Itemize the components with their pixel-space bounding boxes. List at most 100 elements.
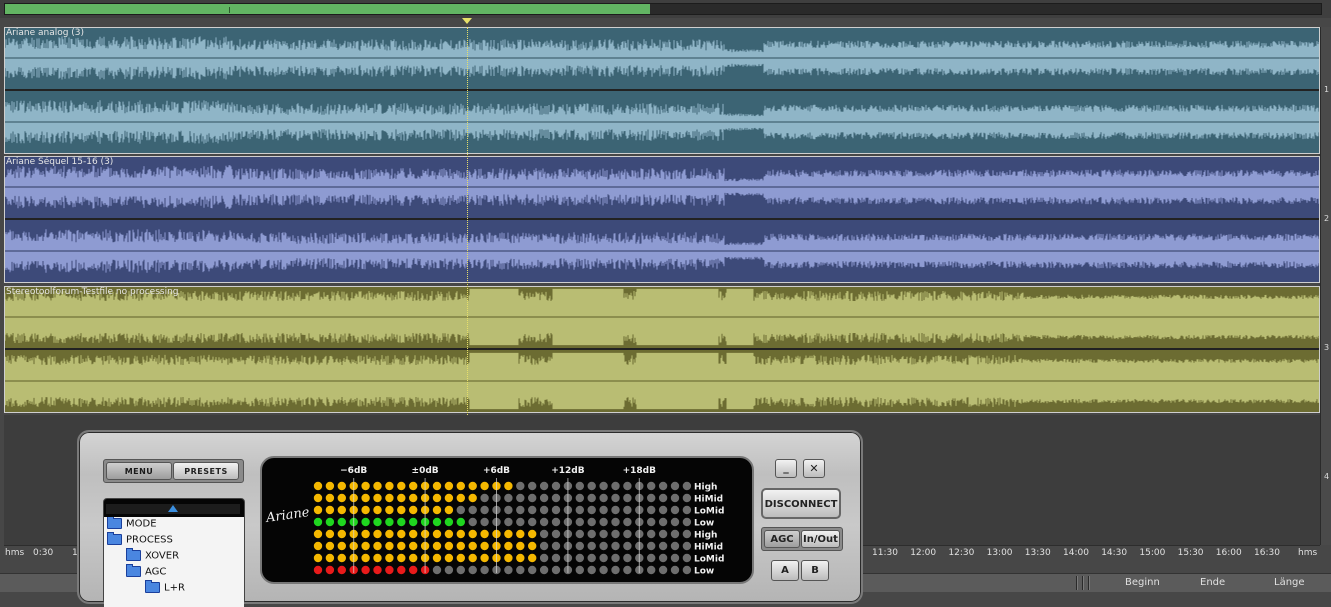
meter-led — [623, 517, 632, 527]
meter-led — [444, 517, 454, 527]
meter-led — [599, 565, 608, 575]
meter-led — [432, 565, 442, 575]
meter-led — [337, 517, 346, 527]
meter-led — [432, 541, 442, 551]
meter-led — [658, 481, 668, 491]
meter-led — [575, 529, 584, 539]
meter-led — [575, 493, 584, 503]
meter-led — [682, 505, 692, 515]
meter-led — [337, 481, 346, 491]
presets-button[interactable]: PRESETS — [173, 462, 239, 480]
track-ariane-sequel[interactable]: Ariane Séquel 15-16 (3) — [4, 156, 1320, 283]
track-ariane-analog[interactable]: Ariane analog (3) — [4, 27, 1320, 154]
inout-button[interactable]: In/Out — [801, 530, 840, 548]
meter-led — [516, 553, 525, 563]
db-scale-label: +18dB — [623, 466, 657, 476]
band-label: LoMid — [694, 555, 724, 565]
track-testfile[interactable]: Stereotoolforum-Testfile no processing — [4, 286, 1320, 413]
preset-a-button[interactable]: A — [771, 560, 799, 581]
track-number: 1 — [1324, 85, 1330, 94]
meter-led — [373, 505, 382, 515]
meter-led — [539, 517, 549, 527]
meter-led — [444, 481, 454, 491]
meter-led — [682, 517, 692, 527]
meter-led — [611, 553, 620, 563]
close-button[interactable]: ✕ — [803, 459, 825, 478]
menu-button[interactable]: MENU — [106, 462, 172, 480]
track-waveform — [4, 286, 1320, 413]
meter-led — [504, 541, 513, 551]
meter-led — [575, 553, 584, 563]
tree-item[interactable]: XOVER — [126, 548, 179, 562]
meter-led — [670, 553, 680, 563]
meter-led — [361, 481, 370, 491]
meter-led — [468, 565, 477, 575]
meter-led — [325, 517, 335, 527]
preset-b-button[interactable]: B — [801, 560, 829, 581]
status-divider — [1076, 576, 1078, 590]
meter-led — [647, 505, 656, 515]
track-number: 3 — [1324, 343, 1330, 352]
meter-led — [528, 529, 537, 539]
meter-led — [611, 505, 620, 515]
meter-led — [539, 493, 549, 503]
agc-button[interactable]: AGC — [764, 530, 800, 548]
meter-led — [361, 505, 370, 515]
overview-bar[interactable] — [0, 0, 1331, 18]
meter-led — [611, 493, 620, 503]
meter-led — [337, 565, 346, 575]
track-number: 2 — [1324, 214, 1330, 223]
meter-led — [444, 505, 454, 515]
meter-led — [551, 541, 561, 551]
meter-led — [682, 553, 692, 563]
tree-item[interactable]: PROCESS — [107, 532, 173, 546]
ariane-plugin-window[interactable]: MENU PRESETS MODE PROCESS XOVER AGC L+R Aria… — [77, 430, 863, 607]
meter-led — [551, 481, 561, 491]
meter-led — [313, 541, 323, 551]
meter-led — [373, 565, 382, 575]
meter-led — [575, 505, 584, 515]
meter-led — [385, 505, 394, 515]
meter-led — [480, 517, 489, 527]
meter-led — [373, 529, 382, 539]
minimize-button[interactable]: _ — [775, 459, 797, 478]
time-tick-label: 0:30 — [33, 548, 54, 558]
tracks-area[interactable]: Ariane analog (3) Ariane Séquel 15-16 (3… — [4, 27, 1320, 415]
status-divider — [1088, 576, 1090, 590]
time-tick-label: 16:30 — [1254, 548, 1280, 558]
settings-tree[interactable]: MODE PROCESS XOVER AGC L+R — [103, 498, 245, 607]
tree-scroll-up-button[interactable] — [106, 504, 240, 514]
playhead-marker-icon[interactable] — [462, 18, 473, 24]
meter-led — [456, 553, 465, 563]
meter-led — [516, 493, 525, 503]
meter-led — [325, 481, 335, 491]
folder-icon — [145, 580, 160, 593]
meter-led — [647, 541, 656, 551]
meter-led — [468, 481, 477, 491]
meter-led — [480, 553, 489, 563]
meter-led — [480, 505, 489, 515]
meter-led — [539, 565, 549, 575]
band-label: HiMid — [694, 495, 723, 505]
meter-led — [337, 553, 346, 563]
tree-item[interactable]: AGC — [126, 564, 166, 578]
meter-led — [409, 481, 418, 491]
meter-led — [504, 505, 513, 515]
meter-led — [385, 553, 394, 563]
tree-item[interactable]: L+R — [145, 580, 185, 594]
meter-led — [647, 565, 656, 575]
band-label: HiMid — [694, 543, 723, 553]
track-number-ruler: 1 2 3 4 — [1320, 27, 1331, 545]
meter-led — [658, 553, 668, 563]
overview-track[interactable] — [4, 3, 1322, 15]
tree-list[interactable]: MODE PROCESS XOVER AGC L+R — [104, 517, 244, 607]
meter-led — [611, 565, 620, 575]
meter-led — [444, 529, 454, 539]
meter-led — [575, 517, 584, 527]
tree-item[interactable]: MODE — [107, 517, 157, 530]
meter-led — [373, 541, 382, 551]
meter-led — [587, 541, 596, 551]
disconnect-button[interactable]: DISCONNECT — [761, 488, 841, 519]
meter-led — [599, 553, 608, 563]
meter-led — [480, 565, 489, 575]
